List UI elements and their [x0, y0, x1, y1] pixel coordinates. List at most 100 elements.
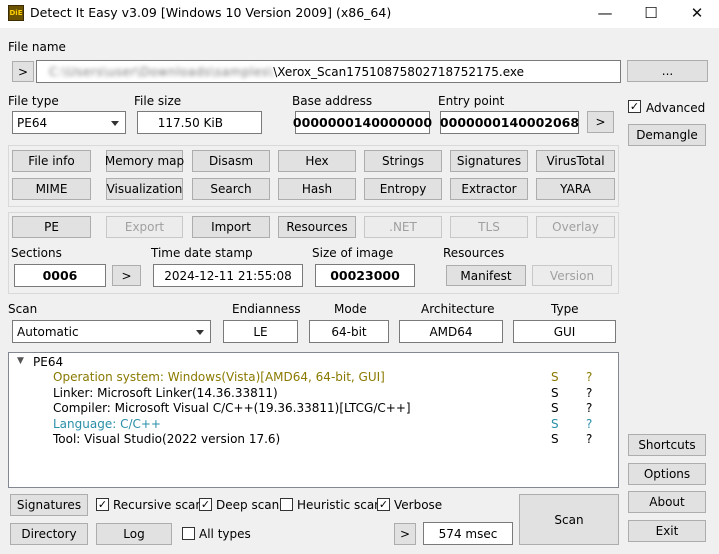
file-type-label: File type	[8, 94, 59, 108]
dotnet-button[interactable]: .NET	[364, 216, 442, 238]
file-info-button[interactable]: File info	[12, 150, 91, 172]
extractor-button[interactable]: Extractor	[450, 178, 528, 200]
browse-button[interactable]: ...	[627, 60, 708, 82]
result-linker-info[interactable]: ?	[586, 386, 592, 400]
result-compiler[interactable]: Compiler: Microsoft Visual C/C++(19.36.3…	[53, 401, 411, 415]
type-field: GUI	[513, 320, 616, 343]
bottom-nav-button[interactable]: >	[394, 523, 416, 545]
result-compiler-info[interactable]: ?	[586, 401, 592, 415]
result-linker-s: S	[551, 386, 559, 400]
hash-button[interactable]: Hash	[278, 178, 356, 200]
hex-button[interactable]: Hex	[278, 150, 356, 172]
entry-point-label: Entry point	[438, 94, 505, 108]
tree-root-pe64[interactable]: PE64	[33, 355, 63, 369]
all-types-checkbox[interactable]	[182, 527, 195, 540]
minimize-button[interactable]: —	[582, 0, 628, 28]
yara-button[interactable]: YARA	[536, 178, 615, 200]
architecture-field: AMD64	[399, 320, 503, 343]
chevron-down-icon	[196, 329, 204, 335]
recursive-scan-label: Recursive scan	[113, 498, 204, 512]
version-button[interactable]: Version	[532, 265, 612, 286]
results-tree[interactable]: ▼ PE64 Operation system: Windows(Vista)[…	[8, 352, 619, 488]
file-path-visible: \Xerox_Scan17510875802718752175.exe	[273, 64, 525, 79]
search-button[interactable]: Search	[192, 178, 270, 200]
recursive-scan-checkbox[interactable]: ✓	[96, 498, 109, 511]
result-compiler-s: S	[551, 401, 559, 415]
file-nav-button[interactable]: >	[12, 61, 34, 82]
advanced-checkbox[interactable]: ✓	[628, 100, 641, 113]
import-button[interactable]: Import	[192, 216, 270, 238]
heuristic-scan-label: Heuristic scan	[297, 498, 382, 512]
heuristic-scan-checkbox[interactable]	[280, 498, 293, 511]
scan-mode-select[interactable]: Automatic	[12, 320, 211, 343]
about-button[interactable]: About	[628, 491, 706, 513]
file-type-select[interactable]: PE64	[12, 111, 126, 134]
chevron-down-icon	[111, 120, 119, 126]
elapsed-time-field: 574 msec	[423, 522, 513, 545]
close-button[interactable]: ✕	[674, 0, 719, 28]
overlay-button[interactable]: Overlay	[536, 216, 615, 238]
sections-nav-button[interactable]: >	[112, 265, 141, 286]
memory-map-button[interactable]: Memory map	[105, 150, 184, 172]
result-tool[interactable]: Tool: Visual Studio(2022 version 17.6)	[53, 432, 280, 446]
result-tool-info[interactable]: ?	[586, 432, 592, 446]
signatures-tool-button[interactable]: Signatures	[450, 150, 528, 172]
mime-button[interactable]: MIME	[12, 178, 91, 200]
file-name-label: File name	[8, 40, 66, 54]
deep-scan-label: Deep scan	[216, 498, 280, 512]
file-size-field: 117.50 KiB	[137, 111, 262, 134]
pe-button[interactable]: PE	[12, 216, 91, 238]
scan-button[interactable]: Scan	[519, 494, 619, 545]
exit-button[interactable]: Exit	[628, 520, 706, 542]
type-label: Type	[551, 302, 579, 316]
result-os-info[interactable]: ?	[586, 370, 592, 384]
resources-button[interactable]: Resources	[278, 216, 356, 238]
shortcuts-button[interactable]: Shortcuts	[628, 434, 706, 456]
file-size-label: File size	[134, 94, 182, 108]
signatures-button[interactable]: Signatures	[10, 494, 88, 516]
advanced-label: Advanced	[646, 101, 706, 115]
result-os-s: S	[551, 370, 559, 384]
result-linker[interactable]: Linker: Microsoft Linker(14.36.33811)	[53, 386, 278, 400]
mode-label: Mode	[334, 302, 367, 316]
sections-label: Sections	[11, 246, 62, 260]
file-type-value: PE64	[17, 115, 48, 130]
options-button[interactable]: Options	[628, 463, 706, 485]
demangle-button[interactable]: Demangle	[628, 124, 706, 146]
manifest-button[interactable]: Manifest	[446, 265, 526, 286]
entry-point-nav-button[interactable]: >	[587, 111, 614, 133]
export-button[interactable]: Export	[106, 216, 183, 238]
image-size-field: 00023000	[315, 264, 415, 287]
tls-button[interactable]: TLS	[450, 216, 528, 238]
timestamp-label: Time date stamp	[151, 246, 253, 260]
scan-label: Scan	[8, 302, 38, 316]
strings-button[interactable]: Strings	[364, 150, 442, 172]
result-os[interactable]: Operation system: Windows(Vista)[AMD64, …	[53, 370, 385, 384]
base-address-field: 0000000140000000	[293, 111, 432, 134]
visualization-button[interactable]: Visualization	[106, 178, 183, 200]
file-path-field[interactable]: C:\Users\user\Downloads\samples\ \Xerox_…	[36, 60, 621, 83]
deep-scan-checkbox[interactable]: ✓	[199, 498, 212, 511]
result-language[interactable]: Language: C/C++	[53, 417, 161, 431]
entropy-button[interactable]: Entropy	[364, 178, 442, 200]
log-button[interactable]: Log	[96, 523, 172, 545]
virustotal-button[interactable]: VirusTotal	[536, 150, 615, 172]
entry-point-field: 0000000140002068	[440, 111, 579, 134]
all-types-label: All types	[199, 527, 251, 541]
file-path-redacted: C:\Users\user\Downloads\samples\	[49, 64, 274, 79]
collapse-arrow-icon[interactable]: ▼	[17, 356, 24, 366]
architecture-label: Architecture	[421, 302, 495, 316]
disasm-button[interactable]: Disasm	[192, 150, 270, 172]
result-language-s: S	[551, 417, 559, 431]
verbose-checkbox[interactable]: ✓	[377, 498, 390, 511]
result-tool-s: S	[551, 432, 559, 446]
window-title: Detect It Easy v3.09 [Windows 10 Version…	[30, 5, 392, 20]
mode-field: 64-bit	[309, 320, 389, 343]
image-size-label: Size of image	[312, 246, 394, 260]
result-language-info[interactable]: ?	[586, 417, 592, 431]
scan-mode-value: Automatic	[17, 324, 79, 339]
timestamp-field: 2024-12-11 21:55:08	[153, 264, 303, 287]
directory-button[interactable]: Directory	[10, 523, 88, 545]
maximize-button[interactable]: ☐	[628, 0, 674, 28]
verbose-label: Verbose	[394, 498, 443, 512]
